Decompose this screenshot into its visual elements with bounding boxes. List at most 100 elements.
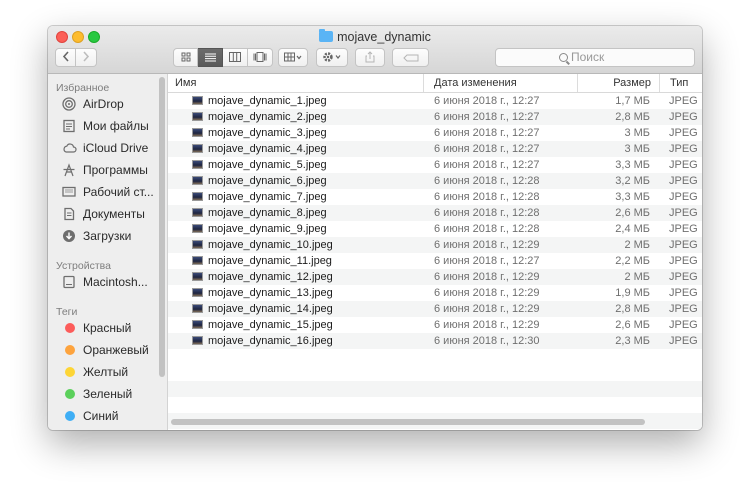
table-row[interactable]: mojave_dynamic_5.jpeg 6 июня 2018 г., 12:… xyxy=(168,157,702,173)
group-button[interactable] xyxy=(278,48,308,67)
file-name: mojave_dynamic_16.jpeg xyxy=(208,335,333,347)
hard-drive-icon xyxy=(62,275,76,289)
file-date: 6 июня 2018 г., 12:29 xyxy=(434,319,540,331)
column-view-button[interactable] xyxy=(223,48,248,67)
sidebar-item-label: Загрузки xyxy=(83,229,132,243)
file-kind: JPEG xyxy=(669,319,698,331)
file-kind: JPEG xyxy=(669,143,698,155)
column-header-date[interactable]: Дата изменения xyxy=(423,74,577,92)
sidebar-item-tag-orange[interactable]: Оранжевый xyxy=(48,340,166,360)
back-button[interactable] xyxy=(55,48,76,67)
column-header-kind[interactable]: Тип xyxy=(659,74,702,92)
sidebar-item-documents[interactable]: Документы xyxy=(48,204,166,224)
desktop-icon xyxy=(62,185,76,199)
file-date: 6 июня 2018 г., 12:28 xyxy=(434,191,540,203)
group-grid-icon xyxy=(284,52,302,62)
sidebar-item-all-files[interactable]: Мои файлы xyxy=(48,116,166,136)
icon-view-button[interactable] xyxy=(173,48,198,67)
list-view-button[interactable] xyxy=(198,48,223,67)
table-row[interactable]: mojave_dynamic_12.jpeg 6 июня 2018 г., 12… xyxy=(168,269,702,285)
list-header: Имя Дата изменения Размер Тип xyxy=(168,74,702,93)
file-date: 6 июня 2018 г., 12:27 xyxy=(434,127,540,139)
share-button[interactable] xyxy=(355,48,385,67)
column-header-name[interactable]: Имя xyxy=(175,74,423,92)
file-size: 2,8 МБ xyxy=(615,303,650,315)
downloads-icon xyxy=(62,229,76,243)
file-size: 2 МБ xyxy=(624,271,650,283)
sidebar-item-label: Программы xyxy=(83,163,148,177)
table-row[interactable]: mojave_dynamic_9.jpeg 6 июня 2018 г., 12:… xyxy=(168,221,702,237)
sidebar-item-label: Зеленый xyxy=(83,387,133,401)
file-kind: JPEG xyxy=(669,127,698,139)
tags-button[interactable] xyxy=(392,48,429,67)
file-size: 2 МБ xyxy=(624,239,650,251)
cloud-icon xyxy=(62,141,77,155)
file-size: 2,6 МБ xyxy=(615,319,650,331)
blue-tag-dot xyxy=(65,411,75,421)
jpeg-thumbnail-icon xyxy=(192,144,203,153)
gallery-view-button[interactable] xyxy=(248,48,273,67)
action-button[interactable] xyxy=(316,48,348,67)
jpeg-thumbnail-icon xyxy=(192,240,203,249)
file-size: 2,2 МБ xyxy=(615,255,650,267)
sidebar-item-icloud-drive[interactable]: iCloud Drive xyxy=(48,138,166,158)
search-input[interactable] xyxy=(571,50,631,64)
table-row[interactable]: mojave_dynamic_7.jpeg 6 июня 2018 г., 12:… xyxy=(168,189,702,205)
table-row[interactable]: mojave_dynamic_2.jpeg 6 июня 2018 г., 12:… xyxy=(168,109,702,125)
sidebar-item-desktop[interactable]: Рабочий ст... xyxy=(48,182,166,202)
forward-button[interactable] xyxy=(76,48,97,67)
table-row[interactable]: mojave_dynamic_15.jpeg 6 июня 2018 г., 12… xyxy=(168,317,702,333)
empty-row xyxy=(168,381,702,397)
file-kind: JPEG xyxy=(669,111,698,123)
sidebar: Избранное AirDrop Мои файлы iCloud Drive… xyxy=(48,74,168,430)
file-list: Имя Дата изменения Размер Тип mojave_dyn… xyxy=(168,74,702,430)
table-row[interactable]: mojave_dynamic_10.jpeg 6 июня 2018 г., 12… xyxy=(168,237,702,253)
documents-icon xyxy=(62,207,76,221)
jpeg-thumbnail-icon xyxy=(192,336,203,345)
column-header-size[interactable]: Размер xyxy=(577,74,659,92)
sidebar-item-label: Синий xyxy=(83,409,119,423)
file-size: 1,9 МБ xyxy=(615,287,650,299)
jpeg-thumbnail-icon xyxy=(192,208,203,217)
table-row[interactable]: mojave_dynamic_11.jpeg 6 июня 2018 г., 12… xyxy=(168,253,702,269)
sidebar-scrollbar[interactable] xyxy=(159,77,165,377)
search-field[interactable] xyxy=(495,48,695,67)
table-row[interactable]: mojave_dynamic_6.jpeg 6 июня 2018 г., 12:… xyxy=(168,173,702,189)
sidebar-item-airdrop[interactable]: AirDrop xyxy=(48,94,166,114)
table-row[interactable]: mojave_dynamic_4.jpeg 6 июня 2018 г., 12:… xyxy=(168,141,702,157)
sidebar-item-downloads[interactable]: Загрузки xyxy=(48,226,166,246)
sidebar-item-label: Оранжевый xyxy=(83,343,149,357)
sidebar-item-label: Документы xyxy=(83,207,145,221)
sidebar-item-applications[interactable]: Программы xyxy=(48,160,166,180)
green-tag-dot xyxy=(65,389,75,399)
horizontal-scrollbar[interactable] xyxy=(171,419,645,425)
file-date: 6 июня 2018 г., 12:27 xyxy=(434,143,540,155)
file-kind: JPEG xyxy=(669,239,698,251)
jpeg-thumbnail-icon xyxy=(192,128,203,137)
jpeg-thumbnail-icon xyxy=(192,288,203,297)
table-row[interactable]: mojave_dynamic_3.jpeg 6 июня 2018 г., 12:… xyxy=(168,125,702,141)
sidebar-item-macintosh-hd[interactable]: Macintosh... xyxy=(48,272,166,292)
sidebar-item-tag-red[interactable]: Красный xyxy=(48,318,166,338)
jpeg-thumbnail-icon xyxy=(192,192,203,201)
sidebar-item-label: AirDrop xyxy=(83,97,124,111)
title-toolbar: mojave_dynamic xyxy=(48,26,702,74)
jpeg-thumbnail-icon xyxy=(192,256,203,265)
table-row[interactable]: mojave_dynamic_8.jpeg 6 июня 2018 г., 12:… xyxy=(168,205,702,221)
sidebar-item-tag-green[interactable]: Зеленый xyxy=(48,384,166,404)
file-kind: JPEG xyxy=(669,335,698,347)
file-name: mojave_dynamic_2.jpeg xyxy=(208,111,327,123)
finder-window: mojave_dynamic Поиск Избранное AirDrop М… xyxy=(48,26,702,430)
table-row[interactable]: mojave_dynamic_13.jpeg 6 июня 2018 г., 12… xyxy=(168,285,702,301)
sidebar-item-tag-yellow[interactable]: Желтый xyxy=(48,362,166,382)
file-kind: JPEG xyxy=(669,95,698,107)
chevron-right-icon xyxy=(83,51,90,62)
file-kind: JPEG xyxy=(669,255,698,267)
file-date: 6 июня 2018 г., 12:29 xyxy=(434,303,540,315)
table-row[interactable]: mojave_dynamic_16.jpeg 6 июня 2018 г., 12… xyxy=(168,333,702,349)
file-name: mojave_dynamic_8.jpeg xyxy=(208,207,327,219)
table-row[interactable]: mojave_dynamic_14.jpeg 6 июня 2018 г., 12… xyxy=(168,301,702,317)
sidebar-item-tag-blue[interactable]: Синий xyxy=(48,406,166,426)
file-kind: JPEG xyxy=(669,287,698,299)
table-row[interactable]: mojave_dynamic_1.jpeg 6 июня 2018 г., 12:… xyxy=(168,93,702,109)
